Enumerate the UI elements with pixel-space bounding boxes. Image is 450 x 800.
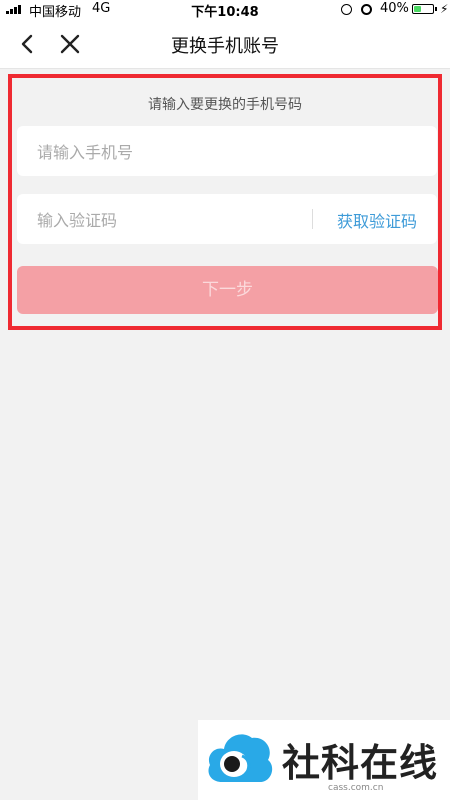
nav-bar: 更换手机账号 — [0, 20, 450, 69]
charging-bolt-icon: ⚡ — [440, 2, 449, 16]
battery-icon — [412, 4, 437, 14]
watermark-title: 社科在线 — [282, 740, 439, 785]
alarm-clock-icon — [361, 4, 372, 15]
watermark-url: cass.com.cn — [328, 783, 384, 793]
next-step-button[interactable]: 下一步 — [17, 266, 438, 314]
page-title: 更换手机账号 — [171, 36, 279, 57]
watermark: 社科在线 cass.com.cn — [198, 720, 450, 800]
phone-input[interactable] — [35, 126, 429, 178]
divider — [312, 209, 313, 229]
code-field-container: 获取验证码 — [17, 194, 437, 246]
rotation-lock-icon — [341, 4, 352, 15]
form-hint: 请输入要更换的手机号码 — [148, 97, 302, 113]
get-code-button[interactable]: 获取验证码 — [317, 208, 437, 232]
phone-field-container — [17, 126, 437, 178]
battery-percentage: 40% — [380, 1, 409, 16]
battery-level-fill — [414, 6, 421, 12]
status-bar: 中国移动 4G 下午10:48 40% ⚡ — [0, 0, 450, 20]
verification-code-input[interactable] — [35, 194, 309, 246]
cloud-logo-icon — [208, 734, 273, 782]
